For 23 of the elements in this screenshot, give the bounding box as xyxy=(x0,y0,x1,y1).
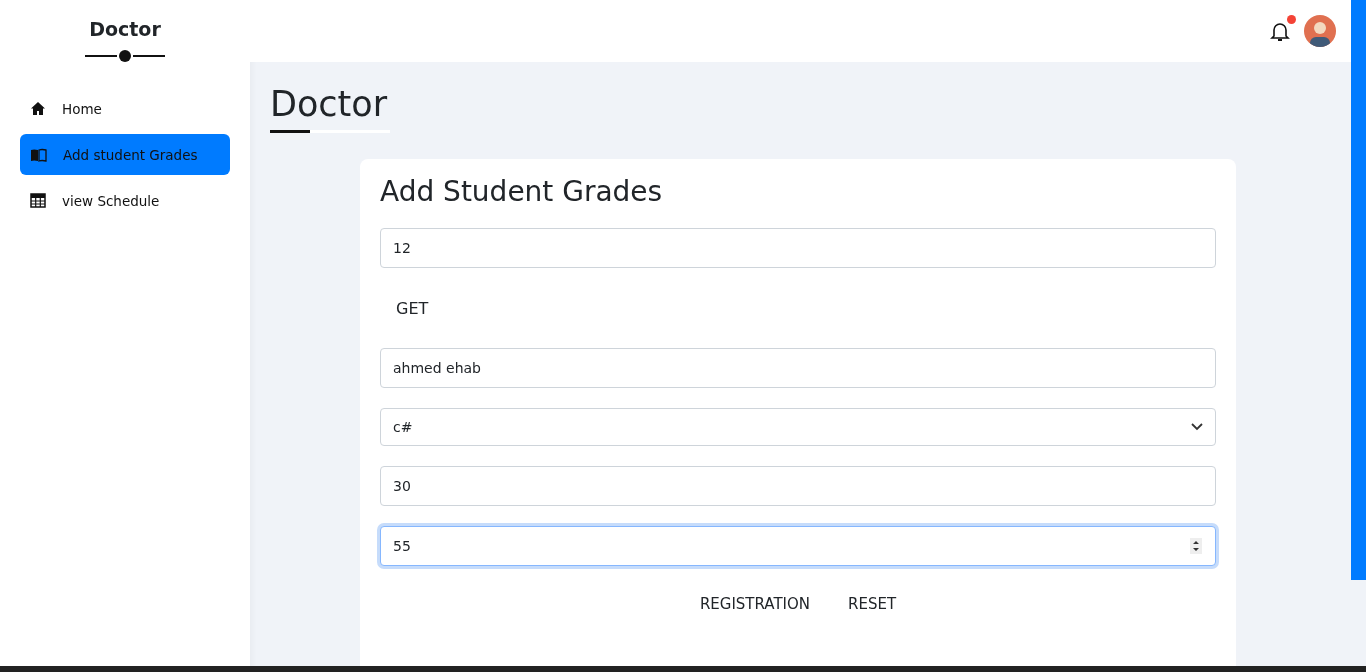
input-field[interactable]: 12 xyxy=(380,228,1216,268)
input-field[interactable]: ahmed ehab xyxy=(380,348,1216,388)
table-icon xyxy=(30,193,46,208)
reset-button[interactable]: RESET xyxy=(836,586,909,622)
select-field[interactable]: c# xyxy=(380,408,1216,446)
sidebar-item[interactable]: Home xyxy=(20,88,230,129)
chevron-down-icon xyxy=(1191,423,1203,431)
sidebar-item[interactable]: view Schedule xyxy=(20,180,230,221)
sidebar-title: Doctor xyxy=(88,18,162,40)
avatar[interactable] xyxy=(1304,15,1336,47)
scrollbar[interactable] xyxy=(1351,0,1366,580)
bell-icon[interactable] xyxy=(1270,20,1290,42)
sidebar-item[interactable]: Add student Grades xyxy=(20,134,230,175)
home-icon xyxy=(30,101,46,116)
book-icon xyxy=(30,147,47,162)
spinner-icon[interactable] xyxy=(1190,538,1202,554)
registration-button[interactable]: REGISTRATION xyxy=(687,586,823,622)
form-title: Add Student Grades xyxy=(380,175,663,208)
input-field[interactable]: 30 xyxy=(380,466,1216,506)
divider-ornament-icon xyxy=(85,50,165,62)
page-title: Doctor xyxy=(270,84,388,124)
get-button[interactable]: GET xyxy=(380,288,445,328)
number-field[interactable]: 55 xyxy=(380,526,1216,566)
